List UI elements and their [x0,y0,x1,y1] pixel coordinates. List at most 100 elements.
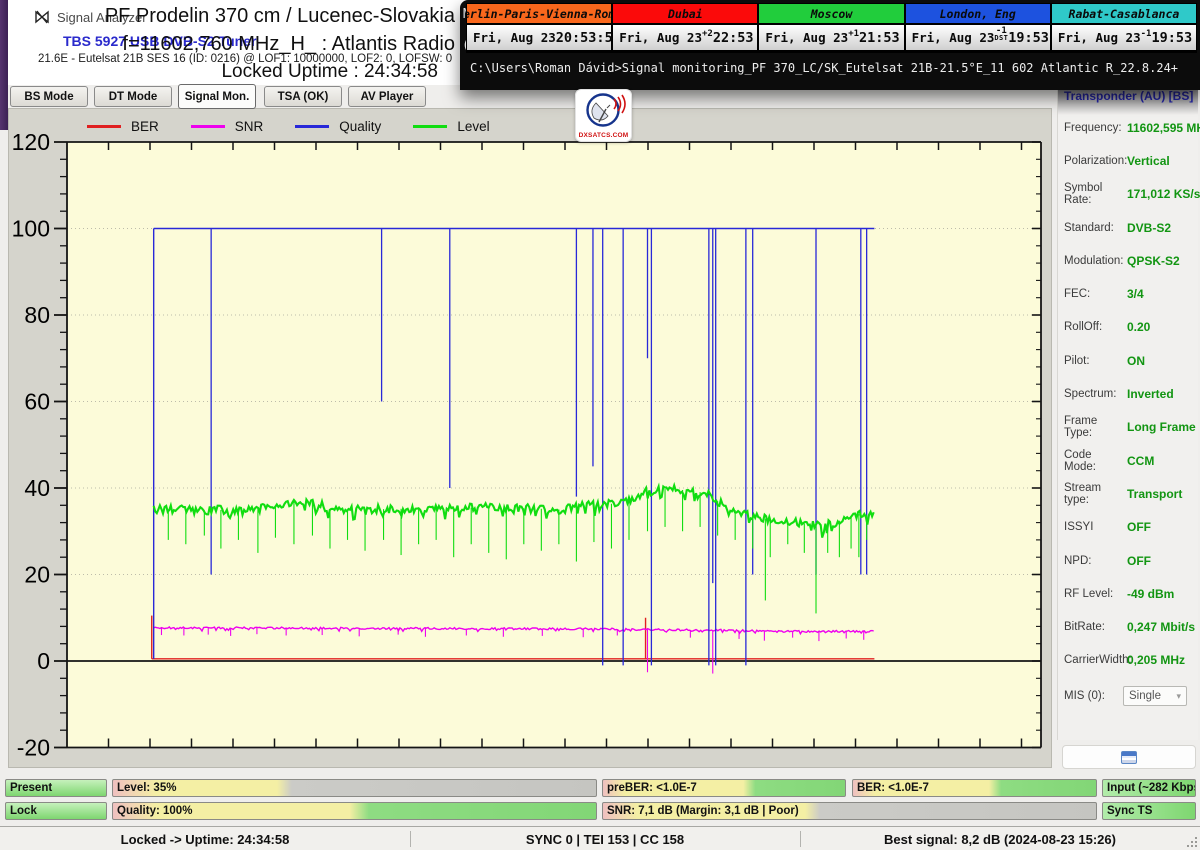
clock-city-header: Rabat-Casablanca [1052,4,1196,25]
transponder-row: RollOff: 0.20 [1064,311,1196,344]
transponder-row: Symbol Rate: 171,012 KS/s [1064,178,1196,211]
transponder-row: BitRate: 0,247 Mbit/s [1064,610,1196,643]
clock-city-header: Berlin-Paris-Vienna-Roma [467,4,611,25]
transponder-row-value: 0.20 [1127,320,1150,334]
signal-history-chart: 120100806040200-20 [9,109,1051,767]
clock-column: Dubai Fri, Aug 23 +2 22:53 [613,4,759,52]
resize-grip[interactable] [1185,835,1197,847]
transponder-row: Modulation: QPSK-S2 [1064,244,1196,277]
transponder-row-value: 0,247 Mbit/s [1127,620,1195,634]
svg-text:60: 60 [24,389,50,415]
mis-value: Single [1129,690,1161,702]
ber-progress: BER: <1.0E-7 [852,779,1097,797]
clock-column: Moscow Fri, Aug 23 +1 21:53 [759,4,905,52]
status-uptime: Locked -> Uptime: 24:34:58 [0,827,410,850]
transponder-row-label: ISSYI [1064,521,1123,533]
clock-city-header: Dubai [613,4,757,25]
panel-mini-button[interactable] [1062,745,1196,769]
transponder-row: Spectrum: Inverted [1064,377,1196,410]
snr-progress: SNR: 7,1 dB (Margin: 3,1 dB | Poor) [602,802,1097,820]
present-indicator: Present [5,779,107,797]
tab-tsa[interactable]: TSA (OK) [264,86,342,107]
svg-text:80: 80 [24,302,50,328]
dxsatcs-logo: DXSATCS.COM [575,89,632,142]
status-divider [410,831,411,847]
console-command-line: C:\Users\Roman Dávid>Signal monitoring_P… [470,61,1178,75]
clock-time: 19:53 [1151,30,1192,46]
chevron-down-icon: ▾ [1176,691,1181,702]
level-progress: Level: 35% [112,779,597,797]
transponder-row-label: CarrierWidth: [1064,654,1123,666]
screen: Signal Analyzer TBS 5927 USB DVB-S2 Tune… [0,0,1200,850]
transponder-row-label: RF Level: [1064,588,1123,600]
clock-date: Fri, Aug 23 [765,30,848,45]
transponder-row: FEC: 3/4 [1064,277,1196,310]
transponder-row: Standard: DVB-S2 [1064,211,1196,244]
clock-time-row: Fri, Aug 23 -1 DST 19:53:52 [906,25,1050,50]
transponder-row-value: ON [1127,354,1145,368]
transponder-row-label: Standard: [1064,222,1123,234]
clock-time-row: Fri, Aug 23 +1 21:53 [759,25,903,50]
clock-city-label: Dubai [668,7,703,21]
clock-city-header: London, Eng [906,4,1050,25]
clock-time-row: Fri, Aug 23 -1 19:53 [1052,25,1196,50]
svg-text:120: 120 [12,129,50,155]
clock-utc-offset: -1 DST [994,27,1008,41]
transponder-row-label: Frequency: [1064,122,1123,134]
background-window-edge [0,0,8,130]
transponder-row: Polarization: Vertical [1064,144,1196,177]
app-icon [34,9,50,25]
transponder-row-label: Pilot: [1064,355,1123,367]
transponder-row-value: 171,012 KS/s [1127,187,1200,201]
transponder-row-value: Inverted [1127,387,1174,401]
transponder-row-value: 0,205 MHz [1127,653,1185,667]
transponder-row: Pilot: ON [1064,344,1196,377]
transponder-row-label: Code Mode: [1064,449,1123,473]
status-divider [800,831,801,847]
transponder-row-value: 11602,595 MHz [1127,121,1200,135]
command-prompt-window[interactable]: M ( C:\Users\Roman Dávid>Signal monitori… [460,0,1200,90]
frequency-line: f=11602,760 MHz_H_ : Atlantis Radio [122,33,455,56]
lock-indicator: Lock [5,802,107,820]
satellite-dish-icon [576,90,631,132]
svg-text:40: 40 [24,475,50,501]
transponder-row-value: OFF [1127,554,1151,568]
tab-av-player[interactable]: AV Player [348,86,426,107]
clock-date: Fri, Aug 23 [912,30,995,45]
world-clocks-widget: Berlin-Paris-Vienna-Roma Fri, Aug 23 20:… [466,3,1197,53]
transponder-row-value: OFF [1127,520,1151,534]
transponder-row-label: Modulation: [1064,255,1123,267]
transponder-row-value: DVB-S2 [1127,221,1171,235]
clock-utc-offset: -1 [1141,30,1152,38]
mis-row: MIS (0): Single ▾ [1064,686,1194,706]
status-best-signal: Best signal: 8,2 dB (2024-08-23 15:26) [800,827,1200,850]
quality-progress: Quality: 100% [112,802,597,820]
clock-city-label: Berlin-Paris-Vienna-Roma [467,7,611,21]
clock-city-label: Moscow [811,7,853,21]
mis-select[interactable]: Single ▾ [1123,686,1187,706]
transponder-row-value: Long Frame [1127,420,1196,434]
transponder-row-label: Polarization: [1064,155,1123,167]
transponder-row-value: -49 dBm [1127,587,1174,601]
signal-chart-widget: BERSNRQualityLevel 120100806040200-20 [8,108,1052,768]
clock-date: Fri, Aug 23 [1058,30,1141,45]
clock-city-label: London, Eng [940,7,1016,21]
transponder-row-label: NPD: [1064,555,1123,567]
transponder-row: Frame Type: Long Frame [1064,411,1196,444]
input-indicator: Input (~282 Kbps) [1102,779,1196,797]
transponder-row-value: CCM [1127,454,1154,468]
transponder-row-label: RollOff: [1064,321,1123,333]
transponder-row-value: 3/4 [1127,287,1144,301]
tab-dt-mode[interactable]: DT Mode [94,86,172,107]
transponder-row: Code Mode: CCM [1064,444,1196,477]
transponder-rows: Frequency: 11602,595 MHz Polarization: V… [1064,111,1196,677]
transponder-row: Frequency: 11602,595 MHz [1064,111,1196,144]
locked-uptime-line: Locked Uptime : 24:34:58 [221,61,438,83]
status-bar: Locked -> Uptime: 24:34:58 SYNC 0 | TEI … [0,826,1200,850]
transponder-row: ISSYI OFF [1064,511,1196,544]
tab-signal-mon[interactable]: Signal Mon. [178,84,256,109]
tab-bs-mode[interactable]: BS Mode [10,86,88,107]
svg-text:20: 20 [24,562,50,588]
stripes-icon [1121,751,1137,764]
transponder-row-label: Symbol Rate: [1064,182,1123,206]
